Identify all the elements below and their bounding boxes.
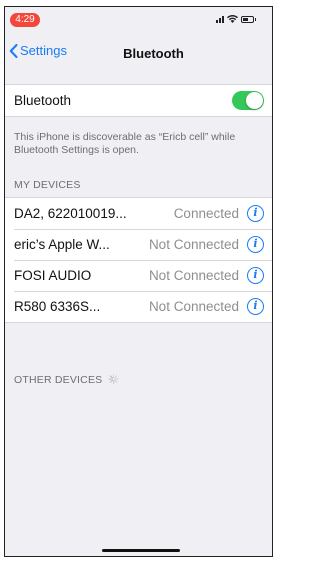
status-bar: 4:29: [5, 7, 272, 29]
device-row[interactable]: FOSI AUDIO Not Connected i: [5, 260, 272, 291]
other-devices-label: OTHER DEVICES: [14, 374, 103, 386]
phone-screen: 4:29 Settings Bluetooth Bluetooth This i…: [4, 6, 273, 557]
my-devices-header: MY DEVICES: [14, 179, 81, 191]
home-indicator[interactable]: [102, 549, 180, 552]
my-devices-list: DA2, 622010019... Connected i eric’s App…: [5, 197, 272, 323]
device-row[interactable]: eric’s Apple W... Not Connected i: [5, 229, 272, 260]
info-icon[interactable]: i: [247, 267, 264, 284]
info-icon[interactable]: i: [247, 298, 264, 315]
device-name: eric’s Apple W...: [14, 237, 110, 252]
device-status: Not Connected: [148, 299, 239, 314]
device-name: DA2, 622010019...: [14, 206, 127, 221]
device-name: R580 6336S...: [14, 299, 101, 314]
cellular-signal-icon: [216, 15, 224, 23]
device-status: Not Connected: [148, 268, 239, 283]
page-title: Bluetooth: [123, 46, 184, 61]
bluetooth-toggle-label: Bluetooth: [14, 93, 72, 108]
loading-spinner-icon: [108, 374, 119, 384]
toggle-knob: [246, 92, 263, 109]
info-icon[interactable]: i: [247, 236, 264, 253]
device-status: Not Connected: [148, 237, 239, 252]
discoverable-footnote: This iPhone is discoverable as “Ericb ce…: [14, 131, 236, 156]
bluetooth-toggle-switch[interactable]: [232, 91, 264, 110]
bluetooth-toggle-row: Bluetooth: [5, 85, 272, 116]
wifi-icon: [227, 15, 238, 23]
device-row[interactable]: R580 6336S... Not Connected i: [5, 291, 272, 322]
status-icons: [216, 15, 256, 23]
battery-icon: [241, 15, 256, 23]
navigation-bar: Settings Bluetooth: [5, 39, 272, 65]
device-name: FOSI AUDIO: [14, 268, 92, 283]
info-icon[interactable]: i: [247, 205, 264, 222]
device-row[interactable]: DA2, 622010019... Connected i: [5, 198, 272, 229]
status-time[interactable]: 4:29: [10, 13, 40, 27]
device-status: Connected: [173, 206, 239, 221]
other-devices-header: OTHER DEVICES: [14, 374, 119, 386]
bluetooth-toggle-group: Bluetooth: [5, 84, 272, 117]
